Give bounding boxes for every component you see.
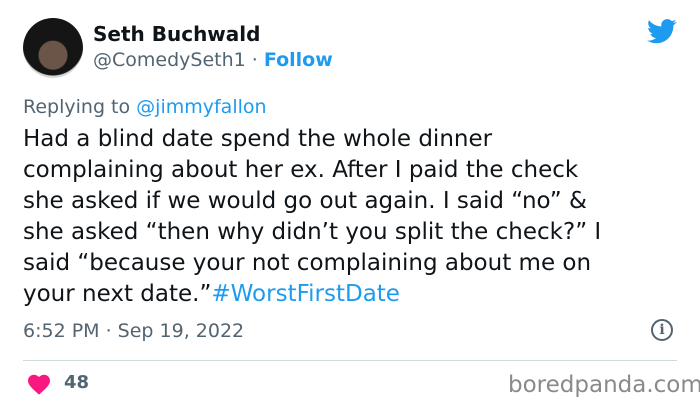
separator-dot: · (251, 49, 258, 71)
follow-button[interactable]: Follow (264, 49, 333, 71)
hashtag-link[interactable]: #WorstFirstDate (211, 281, 400, 307)
tweet-text: Had a blind date spend the whole dinner … (23, 124, 683, 310)
divider (23, 360, 677, 361)
tweet-timestamp[interactable]: 6:52 PM · Sep 19, 2022 (23, 320, 244, 342)
author-handle[interactable]: @ComedySeth1 (93, 49, 246, 71)
tweet-body: Had a blind date spend the whole dinner … (23, 126, 602, 307)
avatar[interactable] (23, 18, 83, 78)
author-name[interactable]: Seth Buchwald (93, 22, 260, 46)
reply-context: Replying to @jimmyfallon (23, 96, 267, 118)
handle-row: @ComedySeth1 · Follow (93, 49, 333, 71)
reply-prefix: Replying to (23, 96, 131, 118)
watermark: boredpanda.com (508, 372, 700, 398)
reply-mention-link[interactable]: @jimmyfallon (136, 96, 266, 118)
like-count: 48 (64, 372, 90, 393)
twitter-bird-icon[interactable] (647, 19, 677, 44)
info-icon[interactable]: i (651, 319, 673, 341)
heart-icon[interactable] (27, 373, 51, 395)
